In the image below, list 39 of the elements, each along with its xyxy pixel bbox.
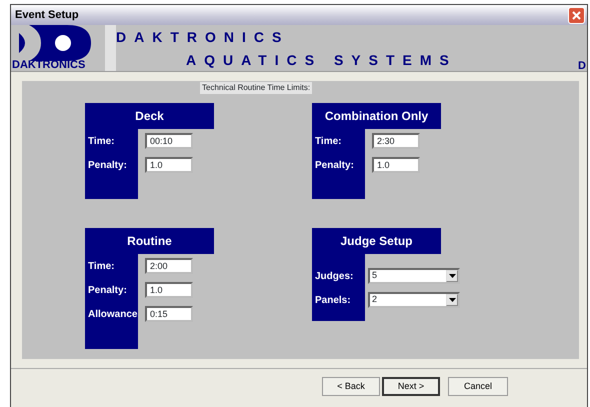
banner-subtitle: AQUATICS SYSTEMS [186,53,457,67]
field-label: Time: [312,129,365,153]
dropdown-arrow-icon [448,274,456,278]
group-header: Deck [85,103,214,129]
input-field[interactable]: 0:15 [145,306,193,322]
dropdown-field[interactable]: 2 [368,292,460,308]
close-icon [571,10,582,20]
banner-edge-text: D [578,61,586,71]
field-label: Judges: [312,264,365,288]
wizard-button[interactable]: < Back [322,377,380,396]
input-field[interactable]: 1.0 [145,157,193,173]
field-label: Time: [85,254,138,278]
input-field[interactable]: 1.0 [145,282,193,298]
input-field[interactable]: 2:30 [372,133,420,149]
logo-caption: DAKTRONICS [12,60,86,71]
panel-strip [85,326,138,349]
dropdown-arrow-icon [448,298,456,302]
field-label: Time: [85,129,138,153]
group-header: Combination Only [312,103,441,129]
field-label: Penalty: [85,278,138,302]
field-label: Allowance [85,302,138,326]
panel-strip [312,312,365,321]
field-label: Penalty: [312,153,365,177]
close-button[interactable] [568,6,585,24]
input-field[interactable]: 1.0 [372,157,420,173]
panel-strip [312,177,365,199]
field-label: Panels: [312,288,365,312]
panel-strip [85,177,138,199]
banner-title: DAKTRONICS [116,30,290,44]
wizard-button[interactable]: Cancel [448,377,508,396]
input-field[interactable]: 2:00 [145,258,193,274]
group-header: Judge Setup [312,228,441,254]
wizard-button[interactable]: Next > [382,377,440,396]
section-caption: Technical Routine Time Limits: [200,82,312,94]
window-title: Event Setup [15,8,79,23]
dropdown-field[interactable]: 5 [368,268,460,284]
group-header: Routine [85,228,214,254]
field-label: Penalty: [85,153,138,177]
input-field[interactable]: 00:10 [145,133,193,149]
